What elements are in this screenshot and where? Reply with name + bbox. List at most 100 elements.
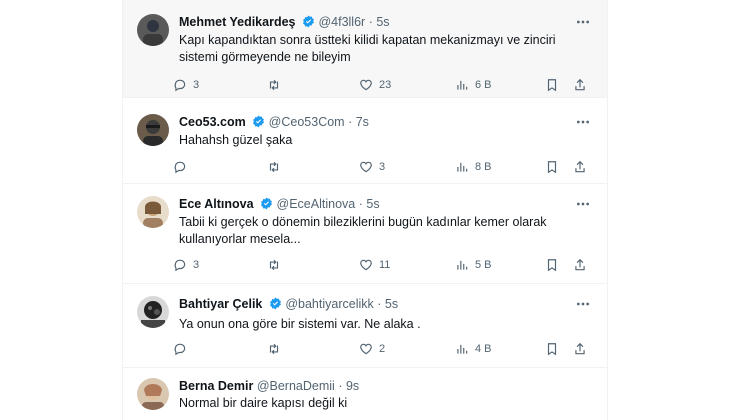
like-count: 2 <box>379 343 386 355</box>
tweet-time[interactable]: 9s <box>346 379 359 393</box>
reply-icon <box>174 259 186 272</box>
more-options-icon[interactable] <box>575 196 591 212</box>
retweet-icon <box>269 161 279 173</box>
avatar[interactable] <box>137 114 169 146</box>
heart-icon <box>360 259 372 271</box>
reply-tweet[interactable]: Ceo53.com @Ceo53Com · 7s Hahahsh güzel ş… <box>123 98 607 184</box>
reply-tweet[interactable]: Berna Demir @BernaDemii · 9s Normal bir … <box>123 368 607 420</box>
reply-icon <box>174 79 186 92</box>
avatar[interactable] <box>137 378 169 410</box>
reply-count: 3 <box>193 259 200 271</box>
tweet-text: Ya onun ona göre bir sistemi var. Ne ala… <box>179 317 421 331</box>
bookmark-icon <box>547 161 557 174</box>
verified-badge-icon <box>253 115 265 128</box>
share-icon <box>575 258 585 271</box>
avatar[interactable] <box>137 296 169 328</box>
share-button[interactable] <box>573 76 587 94</box>
tweet-time[interactable]: 5s <box>385 297 398 311</box>
reply-button[interactable]: 3 <box>173 76 199 94</box>
reply-tweet[interactable]: Bahtiyar Çelik @bahtiyarcelikk · 5s Ya o… <box>123 284 607 368</box>
bookmark-button[interactable] <box>545 158 559 176</box>
like-count: 11 <box>379 259 391 271</box>
share-icon <box>575 78 585 91</box>
reply-feed: Mehmet Yedikardeş @4f3ll6r · 5s Kapı kap… <box>122 0 608 420</box>
verified-badge-icon <box>269 297 281 310</box>
reply-button[interactable] <box>173 158 193 176</box>
verified-badge-icon <box>303 15 314 28</box>
author-handle[interactable]: @BernaDemii <box>257 379 335 393</box>
bookmark-icon <box>547 259 557 272</box>
separator-dot: · <box>338 379 343 393</box>
tweet-time[interactable]: 5s <box>376 15 389 29</box>
bookmark-icon <box>547 79 557 92</box>
like-button[interactable]: 3 <box>359 158 385 176</box>
reply-tweet[interactable]: Mehmet Yedikardeş @4f3ll6r · 5s Kapı kap… <box>123 0 607 98</box>
reply-tweet[interactable]: Ece Altınova @EceAltinova · 5s Tabii ki … <box>123 184 607 284</box>
share-button[interactable] <box>573 256 587 274</box>
author-name[interactable]: Ece Altınova <box>179 197 254 211</box>
more-options-icon[interactable] <box>575 114 591 130</box>
view-count: 4 B <box>475 343 492 355</box>
author-handle[interactable]: @bahtiyarcelikk <box>285 297 373 311</box>
more-options-icon[interactable] <box>575 296 591 312</box>
tweet-text: Kapı kapandıktan sonra üstteki kilidi ka… <box>179 33 556 64</box>
share-button[interactable] <box>573 158 587 176</box>
view-count: 8 B <box>475 161 492 173</box>
tweet-text: Tabii ki gerçek o dönemin bileziklerini … <box>179 215 547 246</box>
like-button[interactable]: 2 <box>359 340 385 358</box>
reply-button[interactable]: 3 <box>173 256 199 274</box>
retweet-button[interactable] <box>267 340 287 358</box>
reply-icon <box>174 161 186 174</box>
author-name[interactable]: Bahtiyar Çelik <box>179 297 262 311</box>
separator-dot: · <box>377 297 382 311</box>
like-count: 3 <box>379 161 386 173</box>
author-name[interactable]: Mehmet Yedikardeş <box>179 15 296 29</box>
like-button[interactable]: 23 <box>359 76 391 94</box>
verified-badge-icon <box>261 197 272 210</box>
separator-dot: · <box>348 115 353 129</box>
author-handle[interactable]: @4f3ll6r <box>318 15 365 29</box>
bookmark-button[interactable] <box>545 76 559 94</box>
more-options-icon[interactable] <box>575 14 591 30</box>
heart-icon <box>360 343 372 355</box>
view-count: 5 B <box>475 259 492 271</box>
reply-icon <box>174 343 186 356</box>
bookmark-button[interactable] <box>545 256 559 274</box>
tweet-text: Normal bir daire kapısı değil ki <box>179 396 348 410</box>
author-handle[interactable]: @Ceo53Com <box>269 115 345 129</box>
share-icon <box>575 160 585 173</box>
avatar[interactable] <box>137 14 169 46</box>
tweet-text: Hahahsh güzel şaka <box>179 133 293 147</box>
views-chart-icon <box>457 80 468 90</box>
heart-icon <box>360 161 372 173</box>
retweet-icon <box>269 259 279 271</box>
tweet-time[interactable]: 7s <box>356 115 369 129</box>
view-count: 6 B <box>475 79 492 91</box>
retweet-icon <box>269 343 279 355</box>
views-button[interactable]: 8 B <box>455 158 492 176</box>
separator-dot: · <box>368 15 373 29</box>
author-handle[interactable]: @EceAltinova <box>277 197 356 211</box>
reply-count: 3 <box>193 79 200 91</box>
retweet-button[interactable] <box>267 158 287 176</box>
separator-dot: · <box>358 197 363 211</box>
share-button[interactable] <box>573 340 587 358</box>
heart-icon <box>360 79 372 91</box>
views-chart-icon <box>457 344 468 354</box>
retweet-button[interactable] <box>267 256 287 274</box>
views-chart-icon <box>457 260 468 270</box>
views-button[interactable]: 6 B <box>455 76 492 94</box>
author-name[interactable]: Berna Demir <box>179 379 253 393</box>
views-button[interactable]: 4 B <box>455 340 492 358</box>
bookmark-icon <box>547 343 557 356</box>
retweet-button[interactable] <box>267 76 287 94</box>
like-button[interactable]: 11 <box>359 256 390 274</box>
views-button[interactable]: 5 B <box>455 256 492 274</box>
share-icon <box>575 342 585 355</box>
retweet-icon <box>269 79 279 91</box>
avatar[interactable] <box>137 196 169 228</box>
reply-button[interactable] <box>173 340 193 358</box>
tweet-time[interactable]: 5s <box>366 197 379 211</box>
author-name[interactable]: Ceo53.com <box>179 115 246 129</box>
bookmark-button[interactable] <box>545 340 559 358</box>
